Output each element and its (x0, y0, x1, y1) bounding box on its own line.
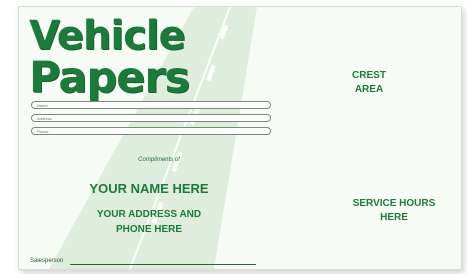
salesperson-label: Salesperson (30, 258, 64, 264)
address-field[interactable]: Address (31, 114, 271, 122)
compliments-label: Compliments of (138, 157, 180, 163)
phone-field[interactable]: Phone (31, 127, 271, 135)
address-line-2: PHONE HERE (115, 224, 183, 235)
vehicle-papers-envelope: Vehicle Papers Name Address Phone Compli… (18, 6, 462, 270)
crest-line-2: AREA (354, 84, 384, 95)
name-field[interactable]: Name (31, 101, 271, 109)
crest-line-1: CREST (352, 70, 386, 81)
crest-area: CREST AREA (339, 69, 399, 97)
title-line-2: Papers (29, 53, 190, 103)
address-line-1: YOUR ADDRESS AND (96, 209, 202, 220)
service-line-1: SERVICE HOURS (352, 198, 436, 209)
service-line-2: HERE (380, 212, 408, 223)
your-name-text: YOUR NAME HERE (89, 181, 209, 196)
salesperson-line[interactable] (70, 264, 256, 265)
your-address-text: YOUR ADDRESS AND PHONE HERE (69, 207, 229, 237)
service-hours: SERVICE HOURS HERE (329, 197, 459, 225)
